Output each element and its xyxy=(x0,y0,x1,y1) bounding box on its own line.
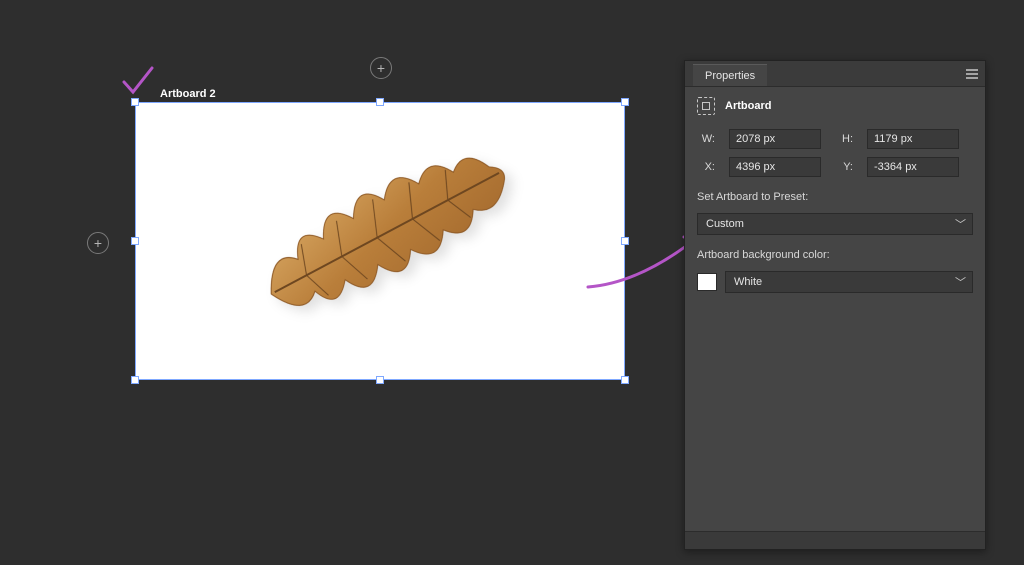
bg-color-value: White xyxy=(734,276,762,288)
width-label: W: xyxy=(697,133,715,145)
width-field[interactable] xyxy=(729,129,821,149)
panel-body: Artboard W: H: X: Y: Set Artboard to Pre… xyxy=(685,87,985,531)
resize-handle[interactable] xyxy=(131,376,139,384)
plus-icon: + xyxy=(94,236,102,250)
chevron-down-icon: ﹀ xyxy=(955,274,966,290)
artboard-content-image xyxy=(202,65,570,400)
resize-handle[interactable] xyxy=(376,376,384,384)
selected-object-name: Artboard xyxy=(725,100,771,112)
properties-panel: ◂◂ ✕ Properties Artboard W: H: X: Y: xyxy=(684,60,986,550)
y-label: Y: xyxy=(835,161,853,173)
bg-color-select[interactable]: White ﹀ xyxy=(725,271,973,293)
artboard-icon xyxy=(697,97,715,115)
resize-handle[interactable] xyxy=(621,98,629,106)
resize-handle[interactable] xyxy=(376,98,384,106)
bg-color-swatch[interactable] xyxy=(697,273,717,291)
preset-value: Custom xyxy=(706,218,744,230)
bg-color-label: Artboard background color: xyxy=(697,249,973,261)
dimension-grid: W: H: X: Y: xyxy=(697,129,973,177)
resize-handle[interactable] xyxy=(621,237,629,245)
preset-label: Set Artboard to Preset: xyxy=(697,191,973,203)
leaf-icon xyxy=(202,65,570,400)
panel-tabs: Properties xyxy=(685,61,985,87)
selected-object-row: Artboard xyxy=(697,97,973,115)
resize-handle[interactable] xyxy=(131,98,139,106)
add-artboard-left-button[interactable]: + xyxy=(87,232,109,254)
x-label: X: xyxy=(697,161,715,173)
resize-handle[interactable] xyxy=(131,237,139,245)
resize-handle[interactable] xyxy=(621,376,629,384)
tab-properties[interactable]: Properties xyxy=(693,64,767,86)
chevron-down-icon: ﹀ xyxy=(955,216,966,232)
height-field[interactable] xyxy=(867,129,959,149)
add-artboard-top-button[interactable]: + xyxy=(370,57,392,79)
y-field[interactable] xyxy=(867,157,959,177)
height-label: H: xyxy=(835,133,853,145)
tab-label: Properties xyxy=(705,70,755,82)
panel-menu-button[interactable] xyxy=(965,61,979,86)
plus-icon: + xyxy=(377,61,385,75)
panel-footer xyxy=(685,531,985,549)
artboard-label[interactable]: Artboard 2 xyxy=(160,88,216,100)
artboard[interactable] xyxy=(135,102,625,380)
preset-select[interactable]: Custom ﹀ xyxy=(697,213,973,235)
x-field[interactable] xyxy=(729,157,821,177)
annotation-checkmark-icon xyxy=(118,62,158,102)
hamburger-icon xyxy=(965,68,979,80)
